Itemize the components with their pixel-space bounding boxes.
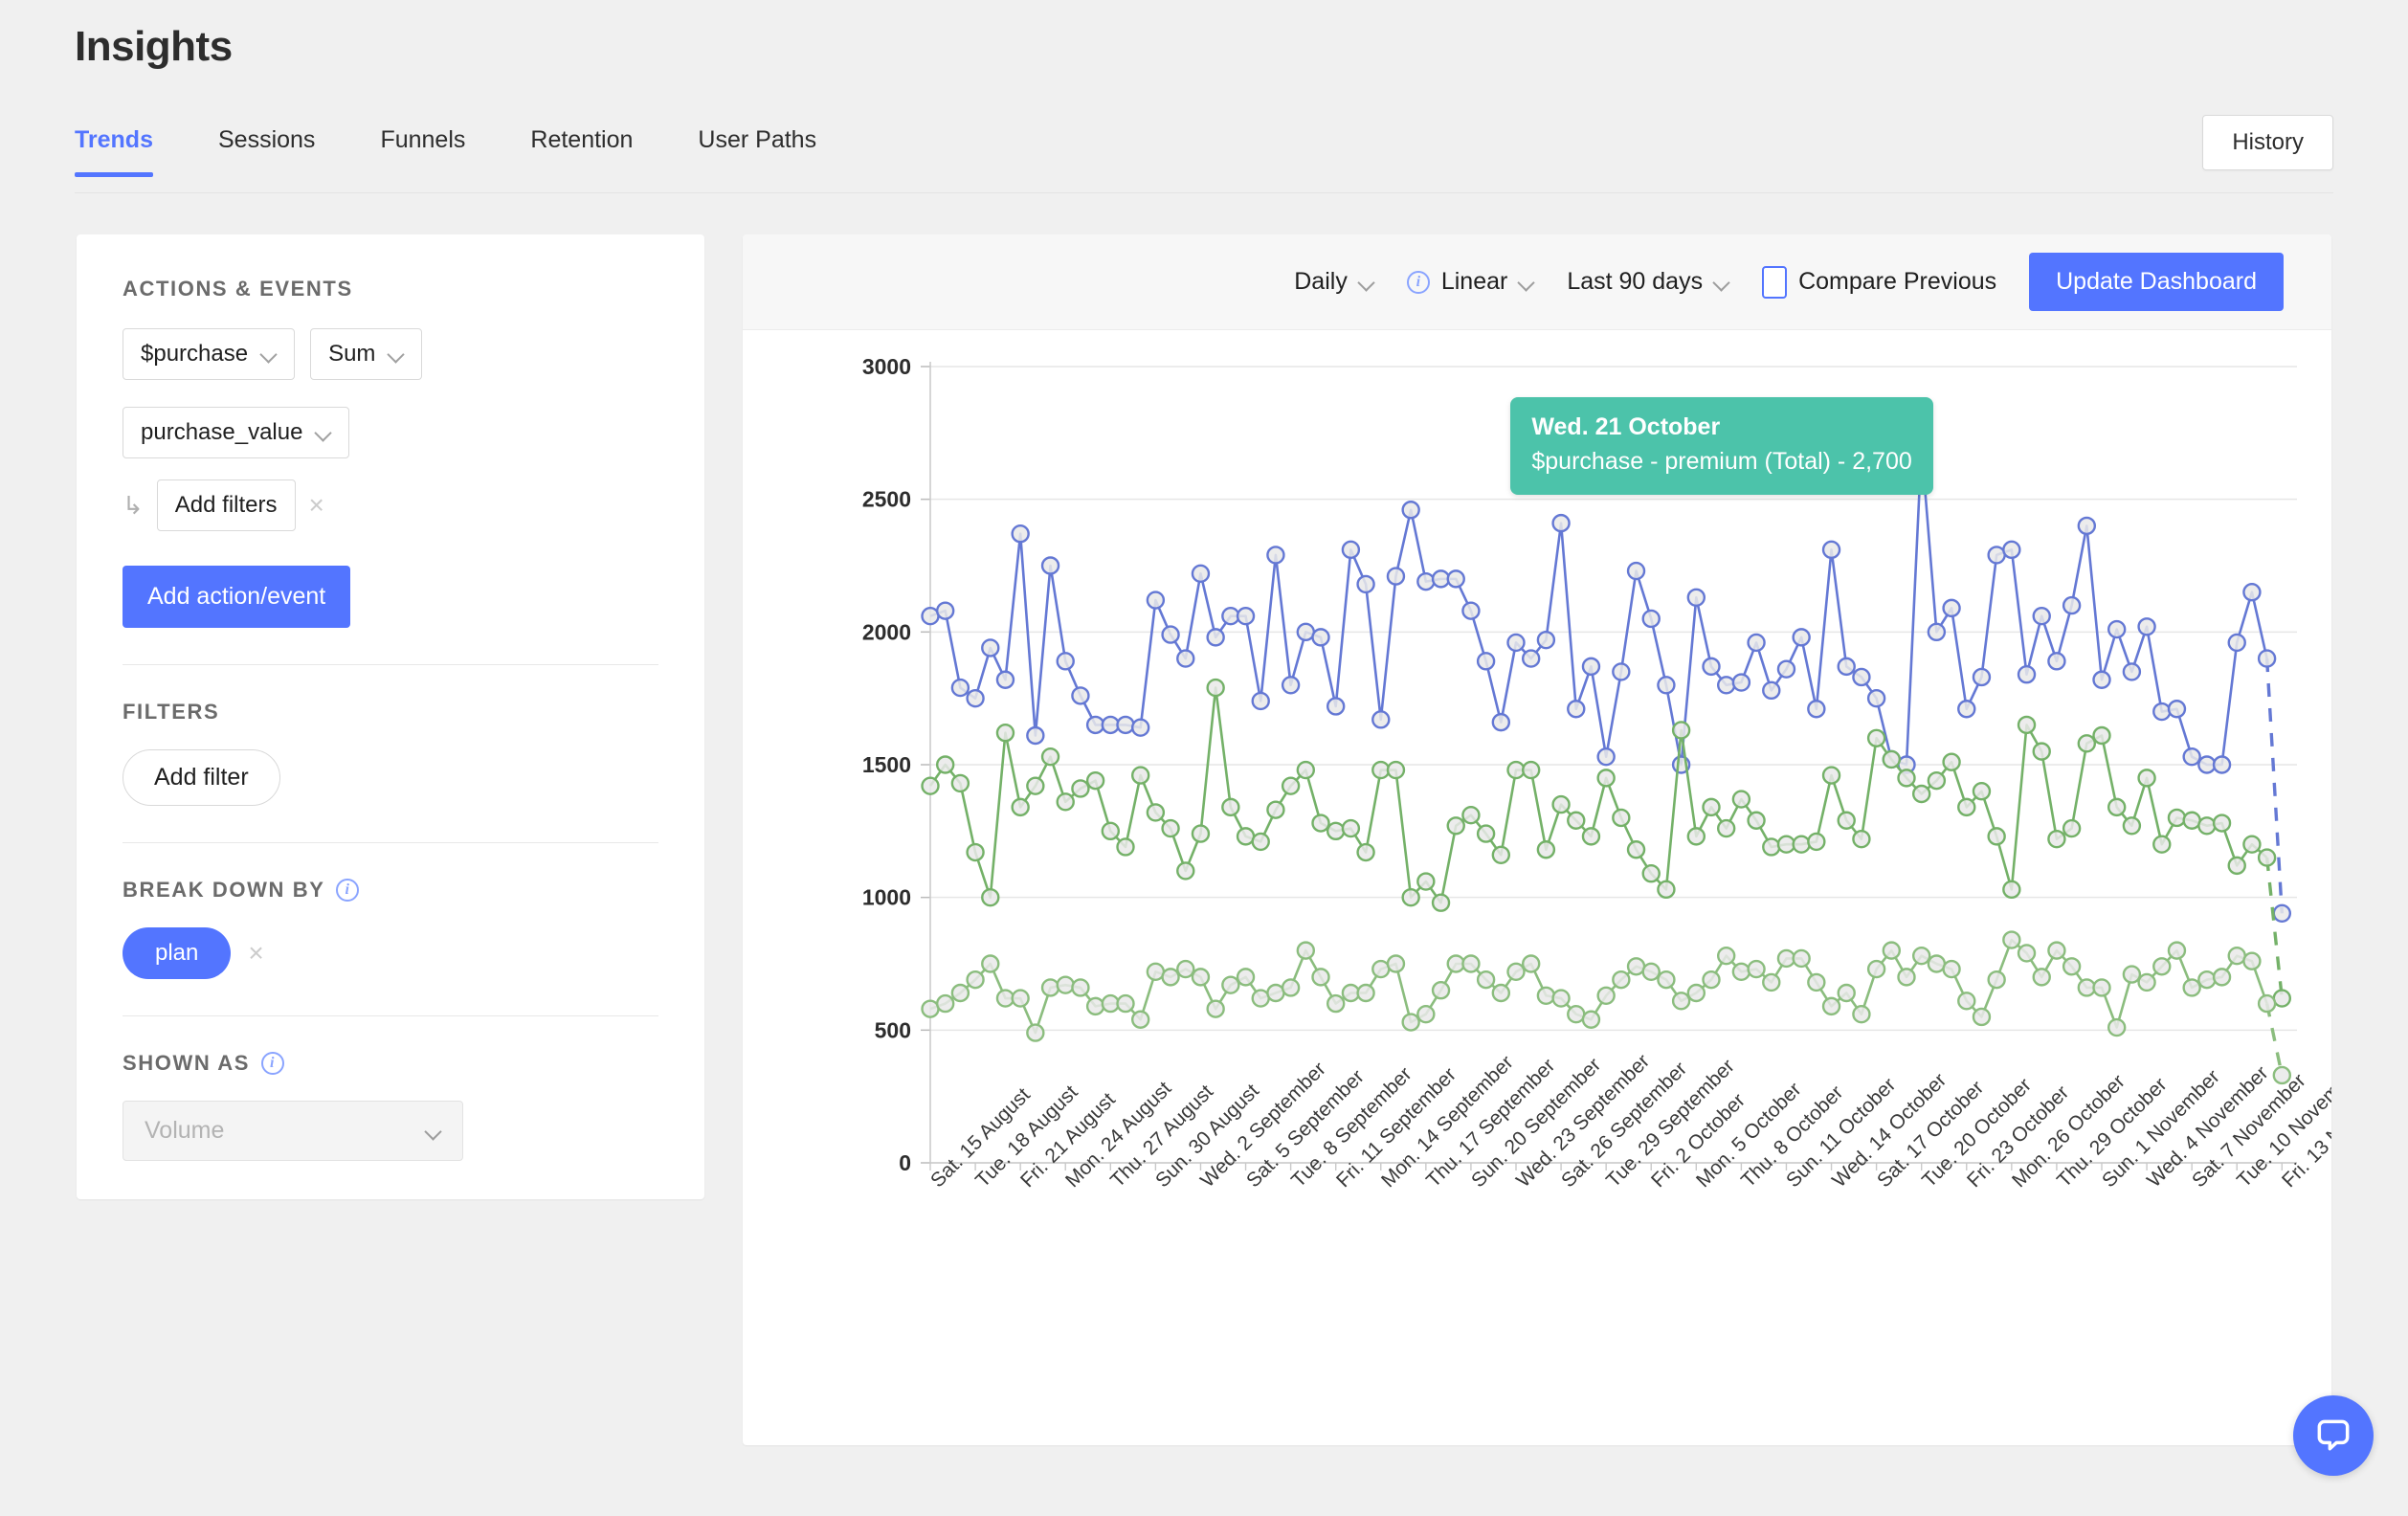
insight-config-panel: ACTIONS & EVENTS $purchase Sum purchase_… (77, 234, 704, 1199)
tooltip-detail: $purchase - premium (Total) - 2,700 (1531, 446, 1911, 478)
info-icon[interactable]: i (336, 879, 359, 902)
divider (123, 842, 658, 843)
remove-event-icon[interactable]: × (309, 492, 324, 519)
compare-previous-label: Compare Previous (1798, 268, 1996, 296)
breakdown-label: BREAK DOWN BY i (77, 878, 704, 903)
page-title: Insights (75, 23, 233, 71)
tab-bar: Trends Sessions Funnels Retention User P… (75, 126, 2333, 193)
insights-page: Insights Trends Sessions Funnels Retenti… (0, 0, 2408, 1516)
chevron-down-icon (426, 1124, 441, 1139)
chart-toolbar: Daily i Linear Last 90 days Compare Prev… (743, 234, 2331, 330)
tooltip-date: Wed. 21 October (1531, 412, 1911, 442)
add-action-event-button[interactable]: Add action/event (123, 566, 350, 628)
add-filters-row: ↳ Add filters × (77, 479, 704, 531)
add-filters-button[interactable]: Add filters (157, 479, 296, 531)
tab-retention[interactable]: Retention (530, 126, 633, 177)
tab-trends[interactable]: Trends (75, 126, 153, 177)
history-button[interactable]: History (2202, 115, 2333, 170)
math-select[interactable]: Sum (310, 328, 422, 380)
y-axis-tick-label: 1000 (862, 885, 911, 910)
chart-card: Daily i Linear Last 90 days Compare Prev… (743, 234, 2331, 1445)
chevron-down-icon (1714, 275, 1729, 290)
property-select-label: purchase_value (141, 419, 302, 446)
tab-sessions[interactable]: Sessions (218, 126, 315, 177)
shown-as-label: SHOWN AS i (77, 1051, 704, 1076)
add-filters-label: Add filters (175, 492, 278, 519)
compare-previous-checkbox[interactable] (1762, 266, 1787, 299)
chat-bubble-icon (2312, 1415, 2354, 1457)
y-axis-tick-label: 500 (875, 1017, 911, 1042)
tab-user-paths[interactable]: User Paths (698, 126, 816, 177)
series-2 (923, 932, 2290, 1083)
y-axis-tick-label: 1500 (862, 752, 911, 777)
breakdown-label-text: BREAK DOWN BY (123, 878, 324, 903)
chevron-down-icon (389, 346, 404, 362)
info-icon[interactable]: i (261, 1052, 284, 1075)
add-filter-button[interactable]: Add filter (123, 749, 280, 806)
math-select-label: Sum (328, 341, 375, 368)
date-range-label: Last 90 days (1567, 268, 1703, 296)
actions-events-label: ACTIONS & EVENTS (77, 277, 704, 301)
date-range-select[interactable]: Last 90 days (1567, 268, 1729, 296)
chevron-down-icon (316, 425, 331, 440)
chart-tooltip: Wed. 21 October $purchase - premium (Tot… (1510, 397, 1932, 495)
y-axis-tick-label: 0 (899, 1150, 911, 1175)
tab-underline-track (75, 192, 2333, 193)
breakdown-tag-plan[interactable]: plan (123, 927, 231, 979)
shown-as-label-text: SHOWN AS (123, 1051, 250, 1076)
interval-select[interactable]: Daily (1294, 268, 1374, 296)
breakdown-tag-row: plan × (77, 927, 704, 979)
divider (123, 664, 658, 665)
property-row: purchase_value (77, 407, 704, 458)
tab-funnels[interactable]: Funnels (380, 126, 465, 177)
event-select-label: $purchase (141, 341, 248, 368)
update-dashboard-button[interactable]: Update Dashboard (2029, 253, 2284, 311)
tabs: Trends Sessions Funnels Retention User P… (75, 126, 2333, 177)
event-row: $purchase Sum (77, 328, 704, 380)
compare-previous-toggle[interactable]: Compare Previous (1762, 266, 1996, 299)
shown-as-select[interactable]: Volume (123, 1101, 463, 1161)
remove-breakdown-icon[interactable]: × (248, 940, 263, 967)
scale-label: Linear (1441, 268, 1508, 296)
plot-area[interactable]: 0 500 1000 1500 2000 2500 3000 Wed. 21 October… (743, 330, 2331, 1443)
interval-label: Daily (1294, 268, 1348, 296)
scale-select[interactable]: i Linear (1407, 268, 1535, 296)
event-select[interactable]: $purchase (123, 328, 295, 380)
chevron-down-icon (1519, 275, 1534, 290)
arrow-turn-icon: ↳ (123, 493, 144, 518)
y-axis-tick-label: 3000 (862, 354, 911, 379)
info-icon[interactable]: i (1407, 271, 1430, 294)
chat-widget-button[interactable] (2293, 1395, 2374, 1476)
chevron-down-icon (261, 346, 277, 362)
shown-as-value: Volume (145, 1117, 224, 1145)
y-axis-tick-label: 2000 (862, 619, 911, 644)
chevron-down-icon (1359, 275, 1374, 290)
filters-label: FILTERS (77, 700, 704, 725)
line-chart-svg[interactable]: 0 500 1000 1500 2000 2500 3000 (743, 330, 2331, 1443)
y-axis-tick-label: 2500 (862, 487, 911, 512)
property-select[interactable]: purchase_value (123, 407, 349, 458)
divider (123, 1015, 658, 1016)
